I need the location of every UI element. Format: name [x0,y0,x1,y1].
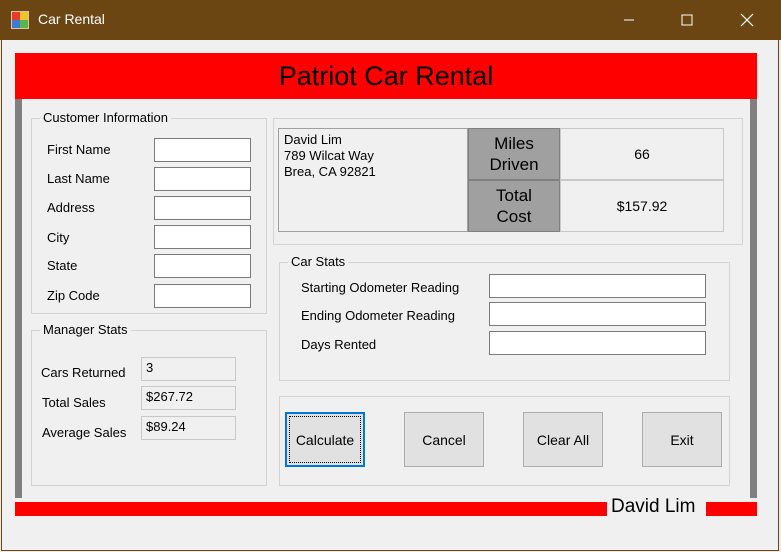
total-sales-value: $267.72 [141,386,236,410]
clear-all-button-label: Clear All [536,431,590,448]
ending-odometer-label: Ending Odometer Reading [301,308,455,323]
cancel-button[interactable]: Cancel [404,412,484,467]
minimize-button[interactable] [600,0,658,40]
state-input[interactable] [154,254,251,278]
cars-returned-value: 3 [141,357,236,381]
banner: Patriot Car Rental [15,53,757,99]
average-sales-value: $89.24 [141,416,236,440]
maximize-button[interactable] [658,0,716,40]
right-border-bar [750,99,757,498]
calculate-button-label: Calculate [295,431,355,448]
miles-driven-label: Miles Driven [468,128,560,180]
state-label: State [47,258,78,273]
footer-bar-right [706,502,757,516]
zip-code-label: Zip Code [47,288,100,303]
minimize-icon [624,19,634,21]
first-name-label: First Name [47,142,111,157]
clear-all-button[interactable]: Clear All [523,412,603,467]
footer-bar-left [15,502,607,516]
app-icon [11,11,29,29]
car-stats-label: Car Stats [288,254,349,269]
close-icon [740,13,754,27]
footer-name: David Lim [607,496,700,518]
exit-button-label: Exit [670,431,694,448]
first-name-input[interactable] [154,138,251,162]
exit-button[interactable]: Exit [642,412,722,467]
city-input[interactable] [154,225,251,249]
cars-returned-label: Cars Returned [41,365,126,380]
close-button[interactable] [718,0,776,40]
city-label: City [47,230,70,245]
ending-odometer-input[interactable] [489,302,706,326]
address-input[interactable] [154,196,251,220]
title-bar: Car Rental [0,0,781,40]
days-rented-label: Days Rented [301,337,377,352]
banner-title: Patriot Car Rental [278,61,494,91]
total-cost-value: $157.92 [560,180,724,232]
calculate-button[interactable]: Calculate [285,412,365,467]
starting-odometer-label: Starting Odometer Reading [301,280,460,295]
starting-odometer-input[interactable] [489,274,706,298]
days-rented-input[interactable] [489,331,706,355]
average-sales-label: Average Sales [42,425,127,440]
last-name-input[interactable] [154,167,251,191]
customer-info-label: Customer Information [40,110,171,125]
manager-stats-label: Manager Stats [40,322,131,337]
window-title: Car Rental [38,11,105,27]
address-label: Address [47,200,95,215]
customer-summary: David Lim 789 Wilcat Way Brea, CA 92821 [278,128,468,232]
total-cost-label: Total Cost [468,180,560,232]
maximize-icon [681,14,693,26]
cancel-button-label: Cancel [422,431,466,448]
last-name-label: Last Name [47,171,110,186]
left-border-bar [15,99,22,498]
total-sales-label: Total Sales [42,395,106,410]
zip-code-input[interactable] [154,284,251,308]
miles-driven-value: 66 [560,128,724,180]
